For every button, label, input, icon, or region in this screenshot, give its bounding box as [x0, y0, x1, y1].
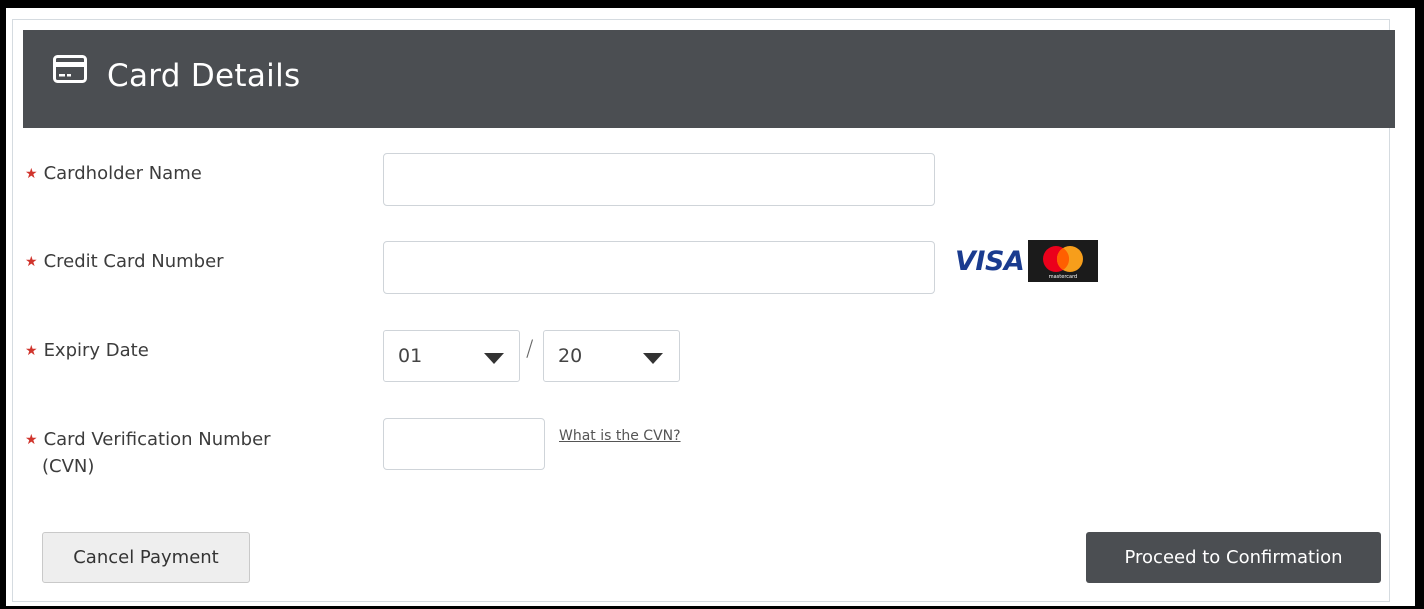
required-marker: ★: [25, 166, 38, 182]
what-is-cvn-link[interactable]: What is the CVN?: [559, 428, 681, 444]
visa-logo: VISA: [955, 246, 1025, 277]
expiry-year-value: 20: [558, 345, 583, 367]
card-number-label-text: Credit Card Number: [43, 251, 224, 272]
cardholder-name-input[interactable]: [383, 153, 935, 206]
mastercard-icon: mastercard: [1043, 246, 1083, 280]
cvn-label-line2: (CVN): [42, 456, 95, 477]
expiry-date-label: ★ Expiry Date: [25, 336, 149, 366]
required-marker: ★: [25, 432, 38, 448]
page-title: Card Details: [107, 58, 301, 94]
svg-text:mastercard: mastercard: [1049, 274, 1077, 280]
cvn-label-line1: Card Verification Number: [43, 429, 271, 450]
cardholder-name-label-text: Cardholder Name: [43, 163, 202, 184]
mastercard-logo: mastercard: [1028, 240, 1098, 282]
expiry-date-label-text: Expiry Date: [43, 340, 149, 361]
expiry-year-select[interactable]: 20: [543, 330, 680, 382]
credit-card-icon: [53, 55, 87, 83]
expiry-month-value: 01: [398, 345, 423, 367]
required-marker: ★: [25, 343, 38, 359]
cvn-input[interactable]: [383, 418, 545, 470]
cardholder-name-label: ★ Cardholder Name: [25, 159, 202, 189]
cvn-label: ★ Card Verification Number: [25, 425, 271, 455]
proceed-to-confirmation-button[interactable]: Proceed to Confirmation: [1086, 532, 1381, 583]
chevron-down-icon: [484, 353, 504, 364]
expiry-month-select[interactable]: 01: [383, 330, 520, 382]
chevron-down-icon: [643, 353, 663, 364]
card-details-header: Card Details: [23, 30, 1395, 128]
required-marker: ★: [25, 254, 38, 270]
cancel-payment-button[interactable]: Cancel Payment: [42, 532, 250, 583]
card-number-label: ★ Credit Card Number: [25, 247, 224, 277]
card-number-input[interactable]: [383, 241, 935, 294]
expiry-separator: /: [526, 337, 534, 362]
